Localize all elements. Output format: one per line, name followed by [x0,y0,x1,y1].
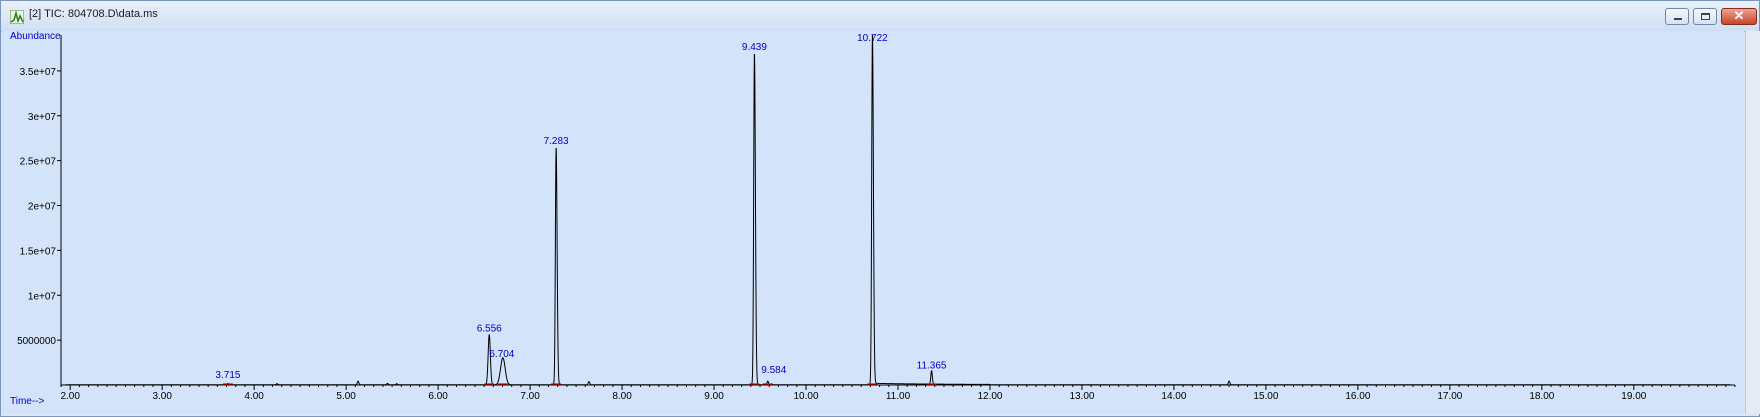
x-tick-label: 4.00 [244,391,264,402]
y-tick-label: 1.5e+07 [20,246,57,257]
x-tick-label: 2.00 [60,391,80,402]
y-tick-label: 2e+07 [28,202,57,213]
x-tick-label: 15.00 [1253,391,1278,402]
peak-label: 10.722 [857,33,888,44]
peak-label: 9.584 [761,365,786,376]
peak-label: 3.715 [215,370,240,381]
title-bar[interactable]: [2] TIC: 804708.D\data.ms ✕ [1,1,1759,32]
peak-label: 7.283 [544,136,569,147]
x-tick-label: 12.00 [977,391,1002,402]
x-tick-label: 9.00 [704,391,724,402]
x-tick-label: 18.00 [1529,391,1554,402]
close-icon: ✕ [1733,8,1745,23]
x-tick-label: 16.00 [1345,391,1370,402]
x-tick-label: 3.00 [152,391,172,402]
x-tick-label: 14.00 [1161,391,1186,402]
y-tick-label: 3e+07 [28,112,57,123]
vertical-scroll-strip[interactable] [1745,31,1760,414]
x-tick-label: 10.00 [794,391,819,402]
x-tick-label: 19.00 [1621,391,1646,402]
x-tick-label: 7.00 [520,391,540,402]
axis-ticks: 2.00 3.00 4.00 5.00 6.00 7.00 8.00 9.00 10.00 11.… [17,67,1736,402]
tic-chart: Abundance Time--> 2.00 3.00 4.00 5.00 6.00 7.… [10,31,1736,407]
x-tick-label: 13.00 [1069,391,1094,402]
peak-label: 6.556 [477,324,502,335]
y-tick-label: 3.5e+07 [20,67,57,78]
peak-label: 11.365 [917,361,947,372]
chromatogram-window: [2] TIC: 804708.D\data.ms ✕ Abundance Ti… [0,0,1760,417]
tic-trace [65,34,1731,386]
maximize-icon [1701,13,1710,20]
x-tick-label: 6.00 [428,391,448,402]
close-button[interactable]: ✕ [1721,8,1757,25]
peak-labels: 3.715 6.556 6.704 7.283 9.439 9.584 10.722 11.3… [215,33,947,381]
x-tick-label: 11.00 [886,391,911,402]
tic-trace-group [65,34,1731,386]
maximize-button[interactable] [1693,8,1717,25]
y-tick-label: 1e+07 [28,291,57,302]
x-tick-label: 5.00 [336,391,356,402]
minimize-icon [1674,18,1682,20]
peak-label: 6.704 [489,349,514,360]
plot-area[interactable]: Abundance Time--> 2.00 3.00 4.00 5.00 6.00 7.… [2,31,1744,414]
y-axis-label: Abundance [10,31,61,42]
y-tick-label: 2.5e+07 [20,157,57,168]
x-tick-label: 17.00 [1437,391,1462,402]
y-tick-label: 5000000 [17,336,56,347]
peak-label: 9.439 [742,42,767,53]
x-tick-label: 8.00 [612,391,632,402]
x-axis-label: Time--> [10,396,45,407]
chromatogram-icon [10,10,24,24]
minimize-button[interactable] [1665,8,1689,25]
window-title: [2] TIC: 804708.D\data.ms [29,8,158,20]
